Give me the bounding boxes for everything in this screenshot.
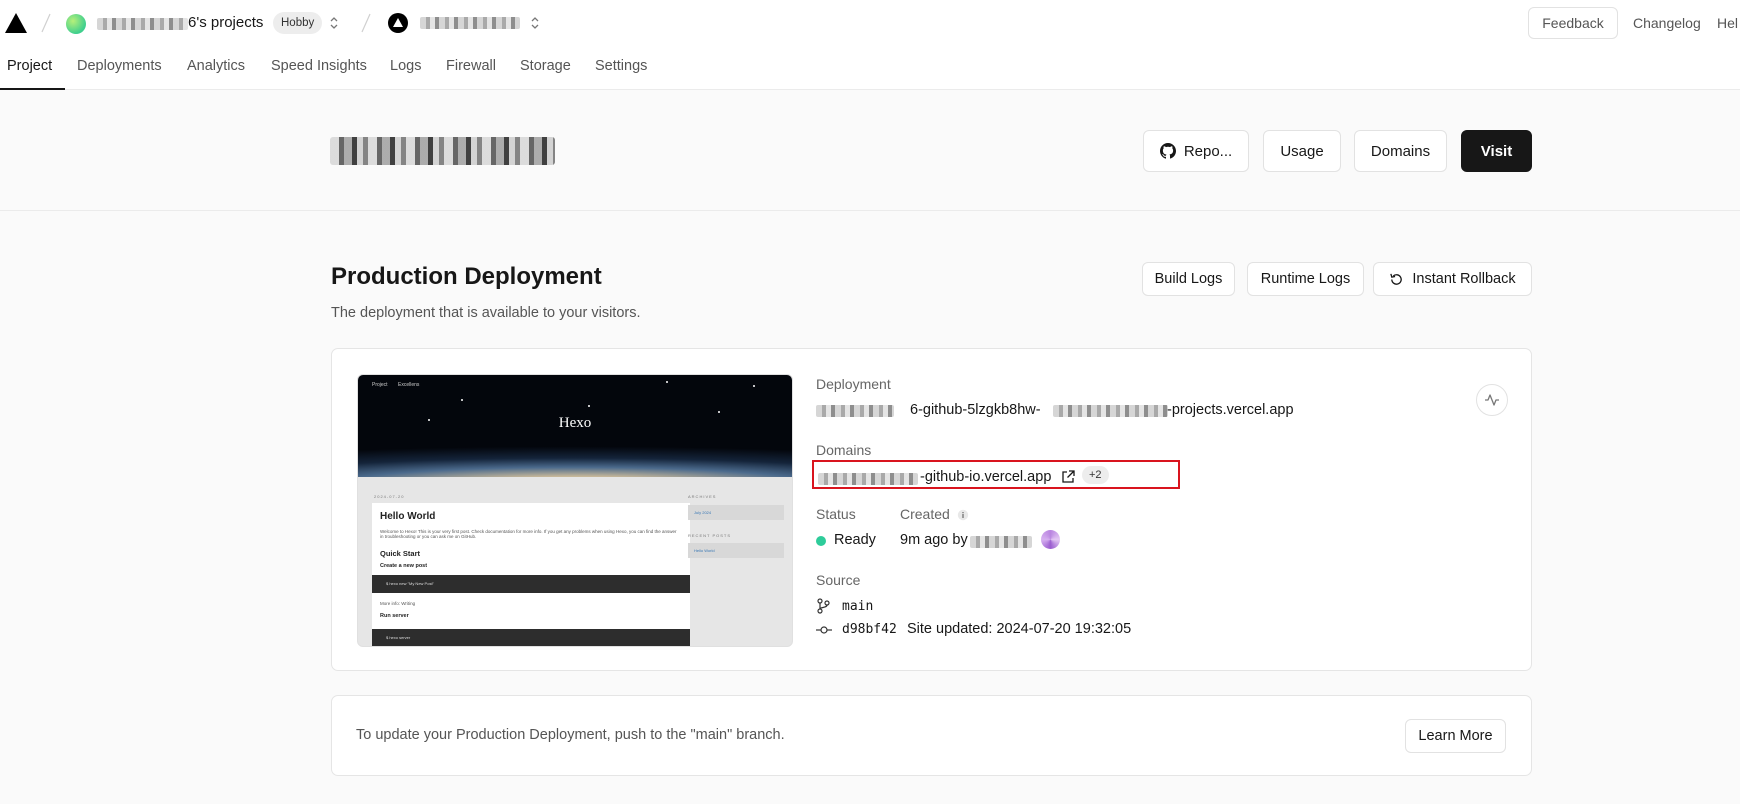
tab-firewall[interactable]: Firewall — [446, 58, 496, 74]
tab-analytics[interactable]: Analytics — [187, 58, 245, 74]
source-label: Source — [816, 572, 861, 588]
star-mark — [753, 385, 755, 387]
preview-archives-item: July 2024 — [688, 505, 784, 520]
project-icon[interactable] — [388, 13, 408, 33]
created-label: Created — [900, 506, 950, 522]
repository-button-label: Repo... — [1183, 142, 1233, 160]
domains-label: Domains — [816, 442, 872, 458]
team-project-bar: 6's projects Hobby Feedback Changelog He… — [0, 0, 1740, 46]
preview-recent-item: Hello World — [688, 543, 784, 558]
preview-code-block: $ hexo server — [372, 629, 690, 646]
separator-slash-icon — [41, 13, 51, 33]
production-info-text: To update your Production Deployment, pu… — [356, 727, 785, 743]
preview-article: Hello World Welcome to Hexo! This is you… — [372, 503, 690, 646]
star-mark — [461, 399, 463, 401]
preview-recent-heading: RECENT POSTS — [688, 533, 732, 538]
preview-post-title: Hello World — [380, 511, 436, 522]
star-mark — [718, 411, 720, 413]
changelog-link[interactable]: Changelog — [1633, 15, 1701, 31]
usage-button[interactable]: Usage — [1263, 130, 1341, 172]
status-label: Status — [816, 506, 856, 522]
build-logs-button[interactable]: Build Logs — [1142, 262, 1235, 296]
tab-speed-insights[interactable]: Speed Insights — [271, 58, 367, 74]
commit-message: Site updated: 2024-07-20 19:32:05 — [907, 621, 1132, 637]
preview-quick-start: Quick Start — [380, 549, 421, 558]
deployment-label: Deployment — [816, 376, 891, 392]
creator-avatar[interactable] — [1041, 530, 1060, 549]
domains-button[interactable]: Domains — [1354, 130, 1447, 172]
creator-name-redacted[interactable] — [970, 536, 1032, 548]
star-mark — [588, 405, 590, 407]
team-avatar[interactable] — [66, 14, 86, 34]
instant-rollback-button[interactable]: Instant Rollback — [1373, 262, 1532, 296]
preview-run-server: Run server — [380, 613, 409, 619]
info-icon[interactable] — [957, 509, 969, 521]
commit-hash[interactable]: d98bf42 — [842, 622, 897, 637]
tab-project[interactable]: Project — [7, 58, 52, 74]
preview-hero: Project Excellens Hexo — [358, 375, 792, 477]
preview-more-info: More info: Writing — [380, 601, 416, 606]
feedback-button[interactable]: Feedback — [1528, 7, 1618, 39]
git-commit-icon — [816, 626, 832, 634]
project-name-redacted[interactable] — [420, 17, 520, 29]
project-tabs: Project Deployments Analytics Speed Insi… — [0, 46, 1740, 90]
project-header: Repo... Usage Domains Visit — [0, 91, 1740, 211]
deployment-preview[interactable]: Project Excellens Hexo 2024-07-20 Hello … — [357, 374, 793, 647]
preview-hero-title: Hexo — [558, 415, 592, 431]
project-title-redacted — [330, 137, 555, 165]
repository-button[interactable]: Repo... — [1143, 130, 1249, 172]
status-ready-dot — [816, 536, 826, 546]
created-value: 9m ago by — [900, 532, 968, 548]
help-link[interactable]: Hel — [1717, 15, 1738, 31]
team-switcher-chevron-icon[interactable] — [328, 14, 340, 32]
visit-button[interactable]: Visit — [1461, 130, 1532, 172]
deployment-url-end[interactable]: -projects.vercel.app — [1167, 402, 1294, 418]
observability-button[interactable] — [1476, 384, 1508, 416]
status-value: Ready — [834, 532, 876, 548]
github-icon — [1159, 143, 1176, 159]
source-branch[interactable]: main — [842, 599, 873, 614]
tab-settings[interactable]: Settings — [595, 58, 647, 74]
preview-nav-item: Excellens — [398, 382, 420, 388]
active-tab-indicator — [0, 88, 65, 90]
separator-slash-icon — [361, 13, 371, 33]
preview-sidebar: ARCHIVES July 2024 RECENT POSTS Hello Wo… — [688, 493, 792, 646]
plan-badge: Hobby — [273, 12, 323, 34]
team-name[interactable]: 6's projects — [188, 14, 263, 31]
domain-highlight-box — [812, 460, 1180, 489]
deployment-url-redacted — [816, 405, 894, 417]
production-deployment-title: Production Deployment — [331, 263, 602, 290]
production-deployment-subtitle: The deployment that is available to your… — [331, 305, 641, 321]
runtime-logs-button[interactable]: Runtime Logs — [1247, 262, 1364, 296]
project-switcher-chevron-icon[interactable] — [529, 14, 541, 32]
learn-more-button[interactable]: Learn More — [1405, 719, 1506, 753]
git-branch-icon — [817, 598, 830, 614]
team-name-redacted — [97, 18, 188, 30]
deployment-url-redacted — [1053, 405, 1168, 417]
star-mark — [666, 381, 668, 383]
vercel-logo-icon[interactable] — [4, 12, 28, 34]
tab-storage[interactable]: Storage — [520, 58, 571, 74]
tab-logs[interactable]: Logs — [390, 58, 421, 74]
top-navigation: 6's projects Hobby Feedback Changelog He… — [0, 0, 1740, 90]
preview-archives-heading: ARCHIVES — [688, 494, 717, 499]
preview-date: 2024-07-20 — [374, 494, 405, 499]
preview-code-block: $ hexo new "My New Post" — [372, 575, 690, 593]
instant-rollback-label: Instant Rollback — [1412, 271, 1516, 287]
deployment-url-mid[interactable]: 6-github-5lzgkb8hw- — [910, 402, 1041, 418]
preview-create-post: Create a new post — [380, 563, 428, 569]
activity-pulse-icon — [1485, 394, 1499, 406]
preview-nav-item: Project — [372, 382, 388, 388]
production-info-card: To update your Production Deployment, pu… — [331, 695, 1532, 776]
preview-intro: Welcome to Hexo! This is your very first… — [380, 529, 677, 539]
tab-deployments[interactable]: Deployments — [77, 58, 162, 74]
rollback-icon — [1390, 273, 1403, 285]
